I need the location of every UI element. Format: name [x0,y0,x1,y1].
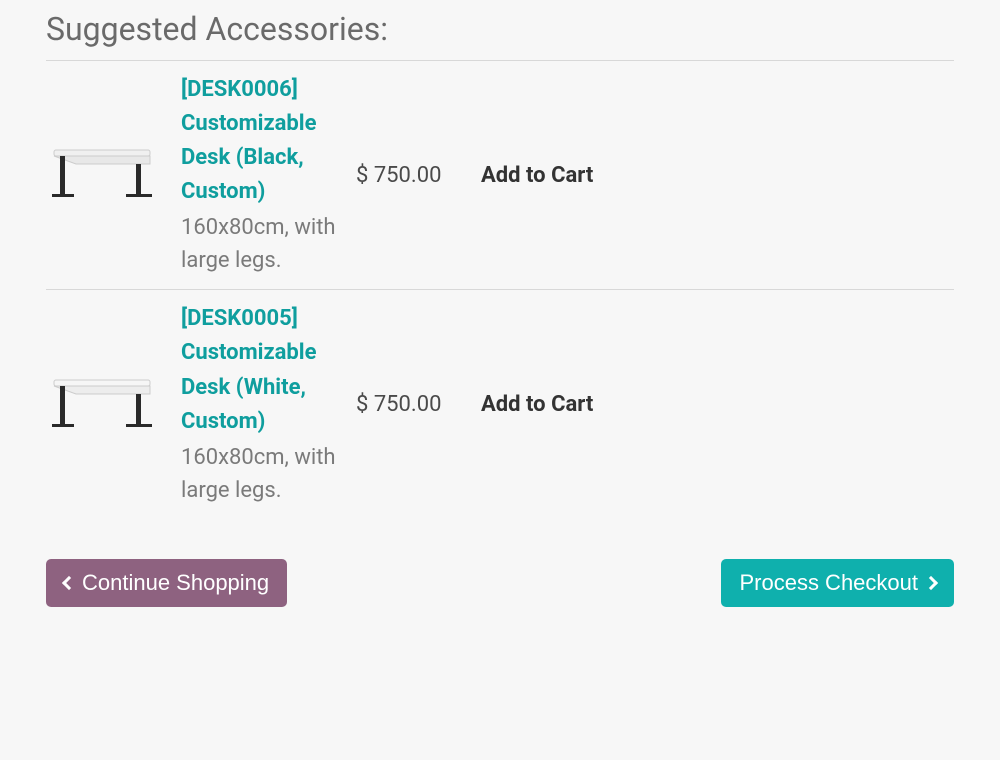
product-action-cell: Add to Cart [481,392,593,417]
continue-shopping-label: Continue Shopping [82,570,269,596]
add-to-cart-link[interactable]: Add to Cart [481,392,593,417]
product-name-cell: [DESK0006] Customizable Desk (Black, Cus… [181,73,356,277]
chevron-left-icon [62,576,76,590]
product-description: 160x80cm, with large legs. [181,441,346,507]
process-checkout-label: Process Checkout [739,570,918,596]
product-description: 160x80cm, with large legs. [181,211,346,277]
accessory-row: [DESK0005] Customizable Desk (White, Cus… [46,290,954,518]
product-image-cell [46,138,181,212]
product-name-cell: [DESK0005] Customizable Desk (White, Cus… [181,302,356,506]
process-checkout-button[interactable]: Process Checkout [721,559,954,607]
desk-image-icon [46,138,158,208]
accessory-row: [DESK0006] Customizable Desk (Black, Cus… [46,61,954,290]
product-price: $ 750.00 [356,392,481,417]
chevron-right-icon [924,576,938,590]
footer-buttons: Continue Shopping Process Checkout [46,559,954,607]
product-link[interactable]: [DESK0006] Customizable Desk (Black, Cus… [181,73,346,209]
desk-image-icon [46,368,158,438]
product-price: $ 750.00 [356,163,481,188]
product-link[interactable]: [DESK0005] Customizable Desk (White, Cus… [181,302,346,438]
product-action-cell: Add to Cart [481,163,593,188]
add-to-cart-link[interactable]: Add to Cart [481,163,593,188]
section-title: Suggested Accessories: [46,10,954,48]
product-image-cell [46,368,181,442]
continue-shopping-button[interactable]: Continue Shopping [46,559,287,607]
